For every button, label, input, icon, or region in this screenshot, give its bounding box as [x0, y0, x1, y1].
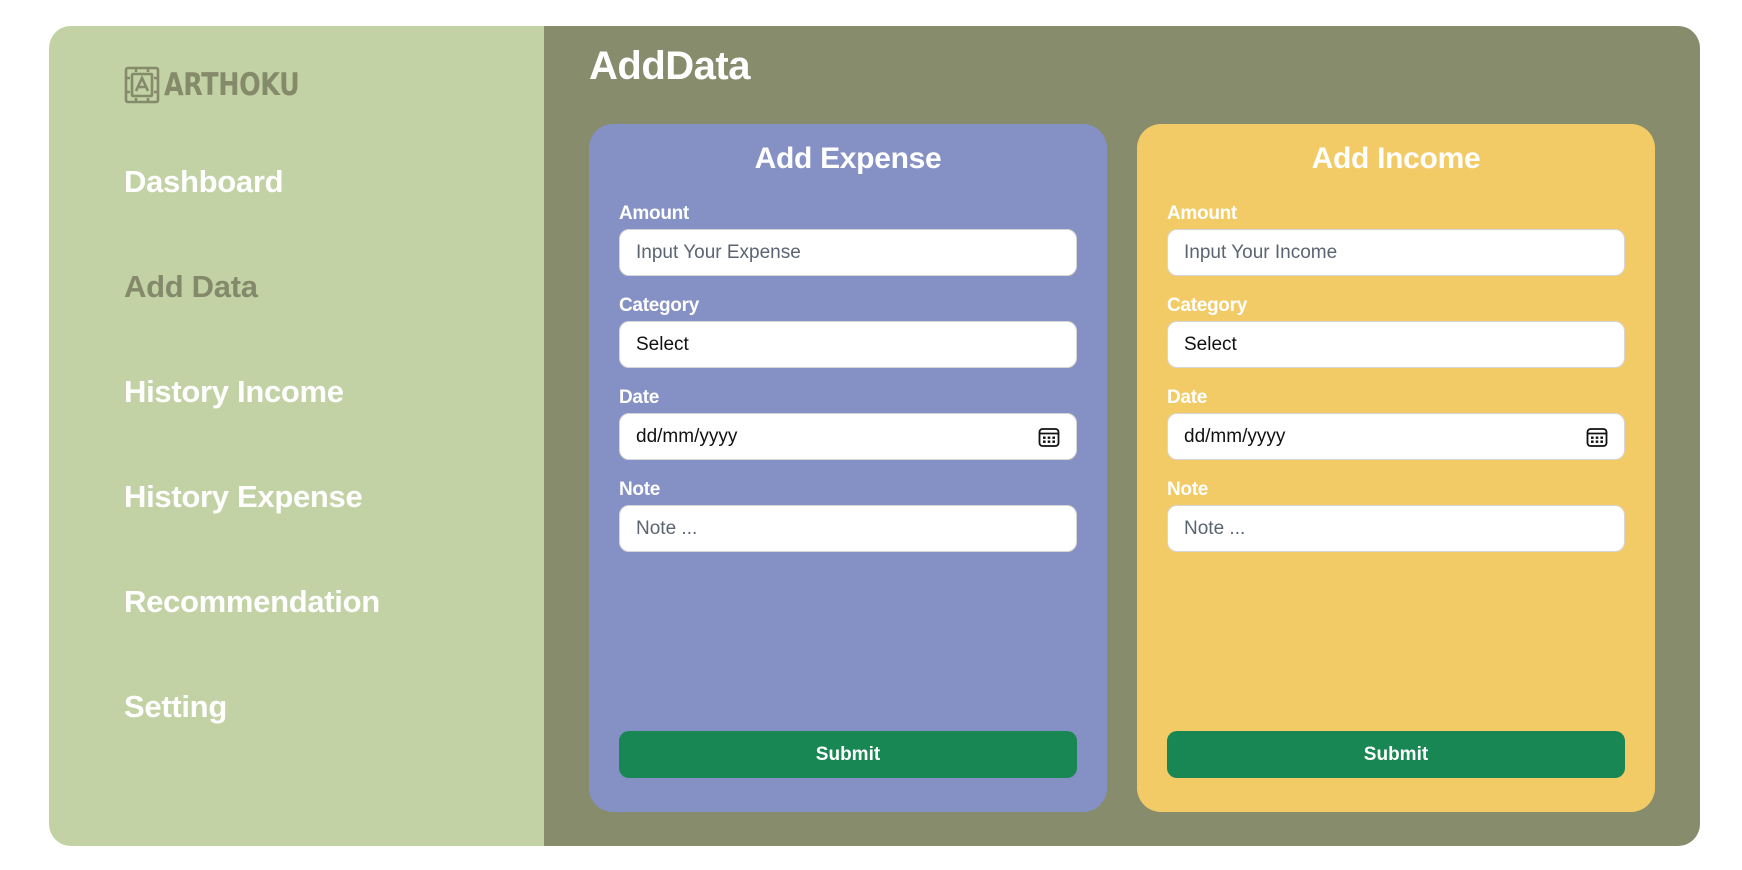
brand-logo[interactable]: ARTHOKU: [124, 66, 329, 104]
expense-category-select[interactable]: Select: [619, 321, 1077, 368]
sidebar: ARTHOKU Dashboard Add Data History Incom…: [49, 26, 544, 846]
expense-category-label: Category: [619, 295, 699, 316]
expense-date-field: Date dd/mm/yyyy: [619, 388, 1077, 460]
expense-date-value: dd/mm/yyyy: [636, 425, 738, 447]
brand-name: ARTHOKU: [164, 67, 300, 103]
main-content: AddData Add Expense Amount Category Sele…: [544, 26, 1700, 846]
calendar-icon[interactable]: [1586, 426, 1608, 448]
sidebar-item-add-data[interactable]: Add Data: [124, 271, 380, 376]
expense-note-field: Note: [619, 480, 1077, 552]
add-expense-title: Add Expense: [754, 142, 942, 175]
sidebar-item-setting[interactable]: Setting: [124, 691, 380, 796]
expense-submit-button[interactable]: Submit: [619, 731, 1077, 778]
add-income-title: Add Income: [1311, 142, 1481, 175]
expense-date-label: Date: [619, 387, 659, 408]
income-category-value: Select: [1184, 333, 1237, 355]
arthoku-logo-icon: [124, 66, 160, 104]
income-submit-button[interactable]: Submit: [1167, 731, 1625, 778]
income-amount-field: Amount: [1167, 204, 1625, 276]
expense-note-label: Note: [619, 479, 661, 500]
income-form: Amount Category Select Date dd/mm/yyyy: [1167, 204, 1625, 572]
sidebar-nav: Dashboard Add Data History Income Histor…: [124, 166, 380, 796]
income-amount-label: Amount: [1167, 203, 1237, 224]
calendar-icon[interactable]: [1038, 426, 1060, 448]
income-note-label: Note: [1167, 479, 1209, 500]
sidebar-item-recommendation[interactable]: Recommendation: [124, 586, 380, 691]
expense-amount-input[interactable]: [619, 229, 1077, 276]
expense-form: Amount Category Select Date dd/mm/yyyy: [619, 204, 1077, 572]
expense-category-value: Select: [636, 333, 689, 355]
app-window: ARTHOKU Dashboard Add Data History Incom…: [49, 26, 1700, 846]
expense-date-input[interactable]: dd/mm/yyyy: [619, 413, 1077, 460]
income-category-select[interactable]: Select: [1167, 321, 1625, 368]
income-category-label: Category: [1167, 295, 1247, 316]
income-note-input[interactable]: [1167, 505, 1625, 552]
expense-category-field: Category Select: [619, 296, 1077, 368]
page-title: AddData: [589, 44, 750, 88]
sidebar-item-history-expense[interactable]: History Expense: [124, 481, 380, 586]
expense-amount-field: Amount: [619, 204, 1077, 276]
income-amount-input[interactable]: [1167, 229, 1625, 276]
add-income-card: Add Income Amount Category Select Date d…: [1137, 124, 1655, 812]
sidebar-item-dashboard[interactable]: Dashboard: [124, 166, 380, 271]
sidebar-item-history-income[interactable]: History Income: [124, 376, 380, 481]
income-date-value: dd/mm/yyyy: [1184, 425, 1286, 447]
add-expense-card: Add Expense Amount Category Select Date …: [589, 124, 1107, 812]
income-category-field: Category Select: [1167, 296, 1625, 368]
income-date-input[interactable]: dd/mm/yyyy: [1167, 413, 1625, 460]
expense-note-input[interactable]: [619, 505, 1077, 552]
expense-amount-label: Amount: [619, 203, 689, 224]
income-note-field: Note: [1167, 480, 1625, 552]
income-date-field: Date dd/mm/yyyy: [1167, 388, 1625, 460]
income-date-label: Date: [1167, 387, 1207, 408]
